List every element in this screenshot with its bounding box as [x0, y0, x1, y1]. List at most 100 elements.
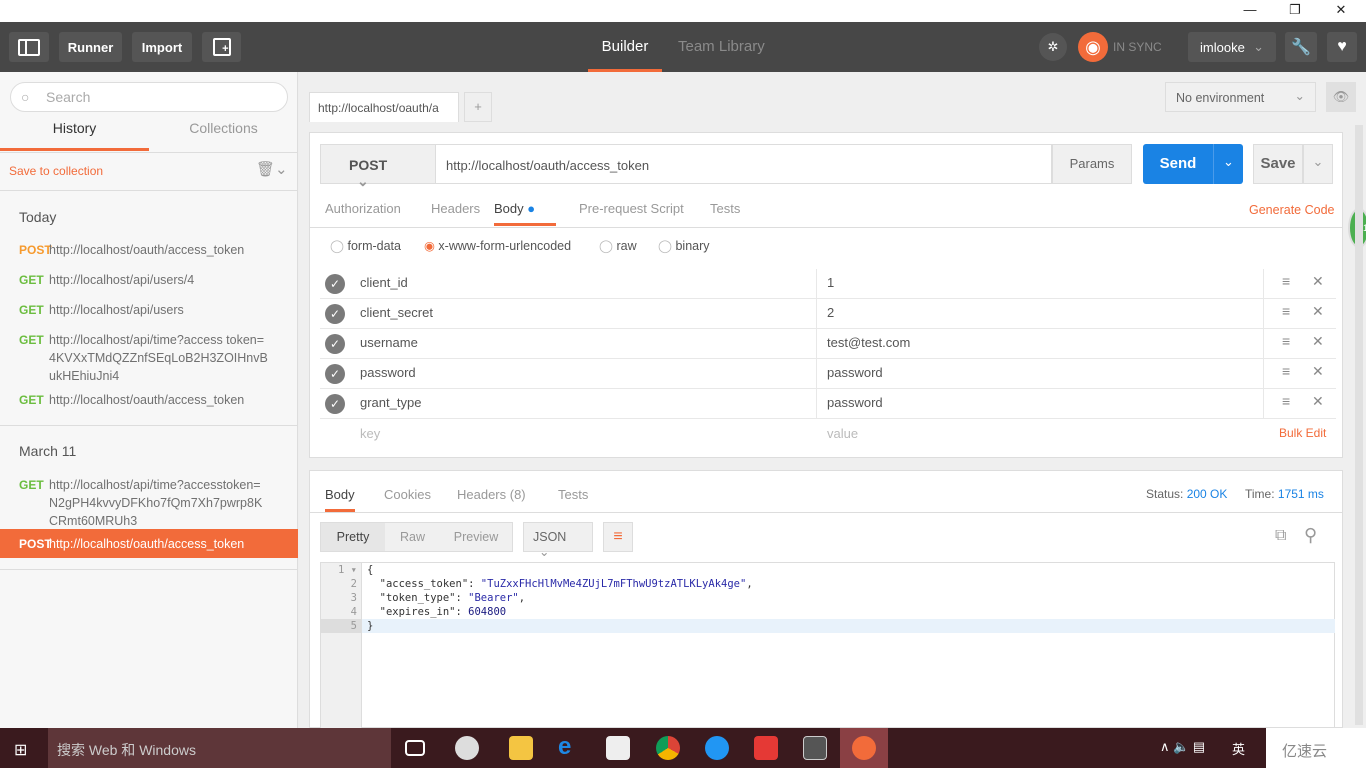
trash-icon[interactable]: 🗑⌄ — [256, 160, 288, 178]
save-button[interactable]: Save — [1253, 144, 1303, 184]
delete-param-icon[interactable]: ✕ — [1312, 303, 1324, 320]
drag-handle-icon[interactable]: ≡ — [1282, 363, 1290, 379]
interceptor-icon[interactable]: ✲ — [1039, 33, 1067, 61]
environment-select[interactable]: No environment ⌄ — [1165, 82, 1316, 112]
browser-icon[interactable] — [705, 736, 729, 760]
tab-tests[interactable]: Tests — [710, 201, 740, 216]
file-explorer-icon[interactable] — [509, 736, 533, 760]
drag-handle-icon[interactable]: ≡ — [1282, 333, 1290, 349]
toggle-sidebar-button[interactable] — [9, 32, 49, 62]
bulk-edit-link[interactable]: Bulk Edit — [1279, 426, 1326, 440]
history-item[interactable]: GET http://localhost/api/users/4 — [19, 271, 279, 289]
response-code-editor[interactable]: 1 ▾ {2 "access_token": "TuZxxFHcHlMvMe4ZU… — [320, 562, 1335, 729]
check-icon[interactable]: ✓ — [325, 274, 345, 294]
generate-code-link[interactable]: Generate Code — [1249, 203, 1334, 217]
param-key[interactable]: username — [360, 335, 815, 350]
param-value[interactable]: 2 — [827, 305, 834, 320]
tray-icons[interactable]: ∧ 🔈 ▤ — [1160, 739, 1205, 755]
wrap-lines-icon[interactable]: ≡ — [603, 522, 633, 552]
delete-param-icon[interactable]: ✕ — [1312, 333, 1324, 350]
check-icon[interactable]: ✓ — [325, 394, 345, 414]
eye-icon[interactable]: 👁 — [1326, 82, 1356, 112]
add-tab-button[interactable]: + — [464, 92, 492, 122]
body-mode-binary[interactable]: ◯ binary — [658, 238, 710, 253]
search-icon[interactable]: ⚲ — [1304, 525, 1317, 546]
param-value[interactable]: test@test.com — [827, 335, 910, 350]
param-key[interactable]: client_id — [360, 275, 815, 290]
view-pretty[interactable]: Pretty — [321, 523, 385, 551]
delete-param-icon[interactable]: ✕ — [1312, 273, 1324, 290]
scrollbar[interactable] — [1355, 125, 1363, 725]
param-value[interactable]: password — [827, 365, 883, 380]
request-tab[interactable]: http://localhost/oauth/a — [309, 92, 459, 122]
check-icon[interactable]: ✓ — [325, 364, 345, 384]
param-value[interactable]: password — [827, 395, 883, 410]
params-button[interactable]: Params — [1052, 144, 1132, 184]
sublime-icon[interactable] — [803, 736, 827, 760]
response-tab-cookies[interactable]: Cookies — [384, 487, 431, 502]
body-mode-raw[interactable]: ◯ raw — [599, 238, 637, 253]
drag-handle-icon[interactable]: ≡ — [1282, 303, 1290, 319]
check-icon[interactable]: ✓ — [325, 304, 345, 324]
heart-icon[interactable]: ♥ — [1327, 32, 1357, 62]
param-key[interactable]: client_secret — [360, 305, 815, 320]
view-raw[interactable]: Raw — [385, 523, 440, 551]
tab-headers[interactable]: Headers — [431, 201, 480, 216]
method-select[interactable]: POST ⌄ — [320, 144, 436, 189]
body-mode-urlencoded[interactable]: ◉ x-www-form-urlencoded — [424, 238, 571, 253]
save-options-chevron-icon[interactable]: ⌄ — [1303, 144, 1333, 184]
response-tab-tests[interactable]: Tests — [558, 487, 588, 502]
chrome-icon[interactable] — [656, 736, 680, 760]
task-view-icon[interactable] — [405, 740, 425, 756]
store-icon[interactable] — [606, 736, 630, 760]
tab-collections[interactable]: Collections — [149, 120, 298, 150]
url-input[interactable]: http://localhost/oauth/access_token — [436, 144, 1052, 184]
body-mode-form-data[interactable]: ◯ form-data — [330, 238, 401, 253]
history-item[interactable]: POSThttp://localhost/oauth/access_token — [19, 241, 279, 259]
value-input[interactable]: value — [827, 426, 858, 441]
check-icon[interactable]: ✓ — [325, 334, 345, 354]
music-icon[interactable] — [754, 736, 778, 760]
history-item-selected[interactable]: POSThttp://localhost/oauth/access_token — [0, 529, 298, 558]
minimize-button[interactable]: — — [1235, 2, 1265, 20]
send-button[interactable]: Send — [1143, 144, 1213, 184]
drag-handle-icon[interactable]: ≡ — [1282, 273, 1290, 289]
runner-button[interactable]: Runner — [59, 32, 122, 62]
tab-history[interactable]: History — [0, 120, 149, 151]
key-input[interactable]: key — [360, 426, 380, 441]
send-options-chevron-icon[interactable]: ⌄ — [1213, 144, 1243, 184]
maximize-button[interactable]: ❐ — [1280, 2, 1310, 20]
search-input[interactable]: ○ Search — [10, 82, 288, 112]
response-tab-body[interactable]: Body — [325, 478, 355, 512]
history-item[interactable]: GET http://localhost/api/time?access toke… — [19, 331, 279, 385]
param-value[interactable]: 1 — [827, 275, 834, 290]
copy-icon[interactable]: ⧉ — [1275, 527, 1286, 545]
tab-team-library[interactable]: Team Library — [678, 22, 765, 72]
save-to-collection-link[interactable]: Save to collection — [9, 164, 103, 178]
history-item[interactable]: GET http://localhost/api/time?accesstoken… — [19, 476, 279, 530]
response-tab-headers[interactable]: Headers (8) — [457, 487, 526, 502]
history-item[interactable]: GET http://localhost/api/users — [19, 301, 279, 319]
edge-icon[interactable]: e — [558, 735, 582, 760]
import-button[interactable]: Import — [132, 32, 192, 62]
history-item[interactable]: GET http://localhost/oauth/access_token — [19, 391, 279, 409]
tab-pre-request-script[interactable]: Pre-request Script — [579, 201, 684, 216]
close-button[interactable]: ✕ — [1326, 2, 1356, 20]
sync-icon[interactable]: ◉ — [1078, 32, 1108, 62]
taskbar-search[interactable]: 搜索 Web 和 Windows — [48, 728, 391, 768]
delete-param-icon[interactable]: ✕ — [1312, 363, 1324, 380]
param-key[interactable]: password — [360, 365, 815, 380]
settings-wrench-icon[interactable]: 🔧 — [1285, 32, 1317, 62]
windows-start-icon[interactable]: ⊞ — [14, 740, 27, 760]
tab-authorization[interactable]: Authorization — [325, 201, 401, 216]
drag-handle-icon[interactable]: ≡ — [1282, 393, 1290, 409]
user-dropdown[interactable]: imlooke ⌄ — [1188, 32, 1276, 62]
tab-body[interactable]: Body ● — [494, 192, 556, 226]
param-key[interactable]: grant_type — [360, 395, 815, 410]
format-select[interactable]: JSON ⌄ — [523, 522, 593, 559]
new-window-button[interactable]: + — [202, 32, 241, 62]
view-preview[interactable]: Preview — [440, 523, 512, 551]
delete-param-icon[interactable]: ✕ — [1312, 393, 1324, 410]
postman-taskbar-item[interactable] — [840, 728, 888, 768]
app-icon[interactable] — [455, 736, 479, 760]
